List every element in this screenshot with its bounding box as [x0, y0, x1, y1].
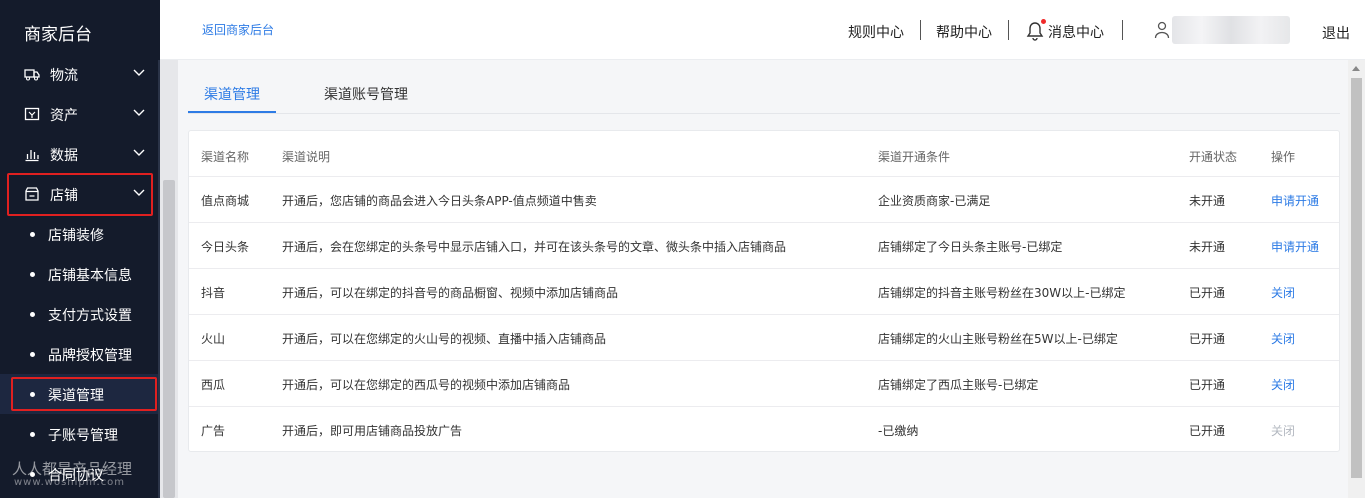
notification-badge-dot [1041, 19, 1046, 24]
column-header: 渠道开通条件 [878, 150, 951, 164]
channel-panel: 渠道管理 渠道账号管理 渠道名称 渠道说明 渠道开通条件 开通状态 操作 值点商… [178, 60, 1348, 498]
channel-name: 今日头条 [201, 240, 250, 254]
active-tab-indicator [188, 111, 276, 113]
channel-status: 已开通 [1189, 286, 1226, 300]
channel-name: 广告 [201, 424, 226, 438]
channel-description: 开通后，可以在您绑定的火山号的视频、直播中插入店铺商品 [282, 332, 607, 346]
sub-item-brand-authorization[interactable]: 品牌授权管理 [0, 334, 160, 374]
channel-table: 渠道名称 渠道说明 渠道开通条件 开通状态 操作 值点商城 开通后，您店铺的商品… [188, 130, 1340, 452]
channel-name: 西瓜 [201, 378, 226, 392]
back-to-dashboard-link[interactable]: 返回商家后台 [202, 21, 274, 38]
sidebar: 商家后台 物流 资产 数据 店铺 店铺装修 店铺基本信息 支付方式设置 品牌授权… [0, 0, 160, 498]
channel-condition: 企业资质商家-已满足 [878, 194, 991, 208]
channel-description: 开通后，即可用店铺商品投放广告 [282, 424, 463, 438]
sub-item-store-decoration[interactable]: 店铺装修 [0, 214, 160, 254]
sub-item-label: 子账号管理 [48, 428, 118, 444]
sub-item-store-info[interactable]: 店铺基本信息 [0, 254, 160, 294]
header-divider [920, 20, 921, 40]
chevron-down-icon [133, 149, 145, 156]
menu-logistics-label: 物流 [50, 68, 78, 84]
help-center-link[interactable]: 帮助中心 [936, 22, 992, 42]
bullet-dot [30, 352, 35, 357]
menu-data[interactable]: 数据 [0, 134, 160, 174]
close-link-disabled: 关闭 [1271, 424, 1296, 438]
channel-status: 未开通 [1189, 240, 1226, 254]
wallet-icon [24, 107, 40, 121]
sub-item-label: 品牌授权管理 [48, 348, 132, 364]
channel-name: 抖音 [201, 286, 226, 300]
header-divider [1122, 20, 1123, 40]
bell-icon[interactable] [1026, 21, 1044, 41]
column-header: 操作 [1271, 150, 1296, 164]
channel-condition: 店铺绑定的火山主账号粉丝在5W以上-已绑定 [878, 332, 1118, 346]
menu-logistics[interactable]: 物流 [0, 54, 160, 94]
close-link[interactable]: 关闭 [1271, 330, 1295, 347]
watermark-url: www.woshipm.com [14, 477, 126, 488]
sub-item-label: 店铺装修 [48, 228, 104, 244]
watermark-text: 人人都是产品经理 [12, 460, 133, 478]
logout-button[interactable]: 退出 [1322, 23, 1350, 43]
channel-status: 未开通 [1189, 194, 1226, 208]
channel-description: 开通后，可以在您绑定的西瓜号的视频中添加店铺商品 [282, 378, 571, 392]
column-header: 开通状态 [1189, 150, 1238, 164]
tabs-divider [188, 113, 1340, 114]
channel-name: 火山 [201, 332, 226, 346]
channel-description: 开通后，您店铺的商品会进入今日头条APP-值点频道中售卖 [282, 194, 597, 208]
menu-assets-label: 资产 [50, 108, 78, 124]
top-header: 返回商家后台 规则中心 帮助中心 消息中心 退出 [160, 0, 1365, 60]
column-header: 渠道说明 [282, 150, 331, 164]
channel-highlight-box [11, 377, 157, 411]
bar-chart-icon [25, 150, 39, 162]
blurred-username [1172, 16, 1290, 44]
chevron-down-icon [133, 109, 145, 116]
table-row: 广告 开通后，即可用店铺商品投放广告 -已缴纳 已开通 关闭 [189, 407, 1339, 453]
rules-center-link[interactable]: 规则中心 [848, 22, 904, 42]
channel-condition: -已缴纳 [878, 424, 919, 438]
truck-icon [24, 69, 40, 81]
channel-name: 值点商城 [201, 194, 250, 208]
menu-assets[interactable]: 资产 [0, 94, 160, 134]
apply-open-link[interactable]: 申请开通 [1271, 192, 1319, 209]
sub-item-payment-settings[interactable]: 支付方式设置 [0, 294, 160, 334]
header-divider [1008, 20, 1009, 40]
close-link[interactable]: 关闭 [1271, 284, 1295, 301]
sub-item-sub-accounts[interactable]: 子账号管理 [0, 414, 160, 454]
channel-status: 已开通 [1189, 332, 1226, 346]
store-highlight-box [7, 173, 153, 216]
apply-open-link[interactable]: 申请开通 [1271, 238, 1319, 255]
channel-condition: 店铺绑定了今日头条主账号-已绑定 [878, 240, 1063, 254]
brand-title: 商家后台 [24, 25, 92, 45]
table-row: 今日头条 开通后，会在您绑定的头条号中显示店铺入口，并可在该头条号的文章、微头条… [189, 223, 1339, 269]
table-header-row: 渠道名称 渠道说明 渠道开通条件 开通状态 操作 [189, 131, 1339, 177]
sub-item-label: 支付方式设置 [48, 308, 132, 324]
sub-item-label: 店铺基本信息 [48, 268, 132, 284]
channel-status: 已开通 [1189, 378, 1226, 392]
table-row: 火山 开通后，可以在您绑定的火山号的视频、直播中插入店铺商品 店铺绑定的火山主账… [189, 315, 1339, 361]
close-link[interactable]: 关闭 [1271, 376, 1295, 393]
table-row: 西瓜 开通后，可以在您绑定的西瓜号的视频中添加店铺商品 店铺绑定了西瓜主账号-已… [189, 361, 1339, 407]
chevron-down-icon [133, 69, 145, 76]
channel-condition: 店铺绑定的抖音主账号粉丝在30W以上-已绑定 [878, 286, 1126, 300]
tab-channel-management[interactable]: 渠道管理 [204, 84, 260, 104]
content-left-scrollbar-thumb[interactable] [163, 180, 175, 498]
message-center-link[interactable]: 消息中心 [1048, 22, 1104, 42]
bullet-dot [30, 312, 35, 317]
bullet-dot [30, 272, 35, 277]
scroll-up-arrow-icon[interactable] [1352, 66, 1360, 71]
tab-channel-accounts[interactable]: 渠道账号管理 [324, 84, 408, 104]
column-header: 渠道名称 [201, 150, 250, 164]
channel-description: 开通后，可以在绑定的抖音号的商品橱窗、视频中添加店铺商品 [282, 286, 619, 300]
channel-status: 已开通 [1189, 424, 1226, 438]
bullet-dot [30, 432, 35, 437]
main-content: 渠道管理 渠道账号管理 渠道名称 渠道说明 渠道开通条件 开通状态 操作 值点商… [178, 60, 1348, 498]
table-row: 值点商城 开通后，您店铺的商品会进入今日头条APP-值点频道中售卖 企业资质商家… [189, 177, 1339, 223]
channel-condition: 店铺绑定了西瓜主账号-已绑定 [878, 378, 1039, 392]
page-scrollbar-thumb[interactable] [1351, 78, 1362, 478]
table-row: 抖音 开通后，可以在绑定的抖音号的商品橱窗、视频中添加店铺商品 店铺绑定的抖音主… [189, 269, 1339, 315]
bullet-dot [30, 232, 35, 237]
menu-data-label: 数据 [50, 148, 78, 164]
channel-description: 开通后，会在您绑定的头条号中显示店铺入口，并可在该头条号的文章、微头条中插入店铺… [282, 240, 787, 254]
user-icon[interactable] [1154, 21, 1170, 39]
